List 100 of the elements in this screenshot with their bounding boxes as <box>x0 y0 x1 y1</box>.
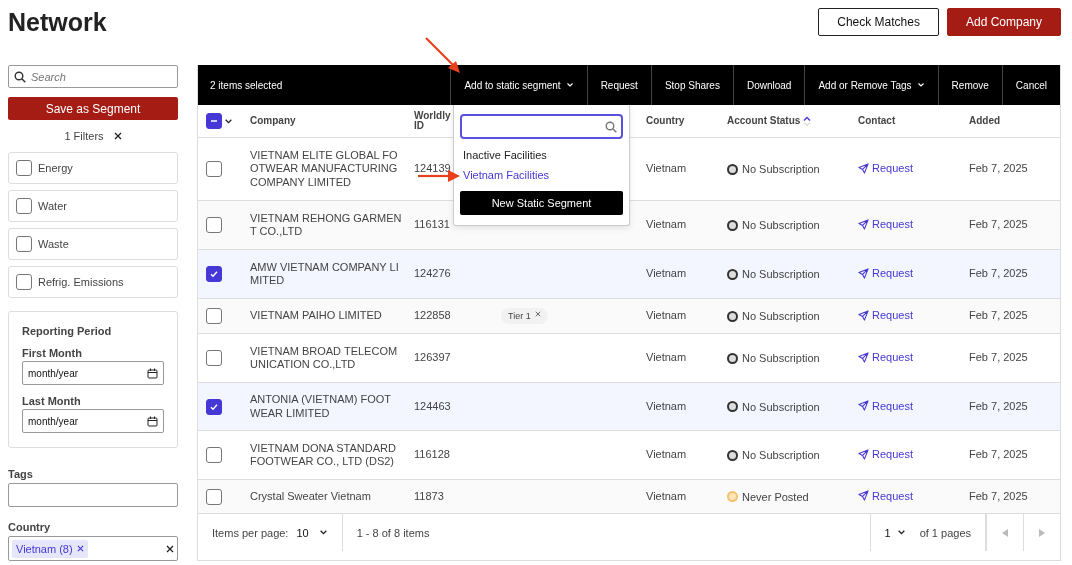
country-chip[interactable]: Vietnam (8) <box>12 539 88 558</box>
tags-field[interactable] <box>8 483 178 507</box>
select-all-checkbox[interactable] <box>206 113 222 129</box>
request-link[interactable]: Request <box>858 309 913 322</box>
table-cell: Vietnam <box>646 309 687 323</box>
table-cell: 11873 <box>414 489 444 504</box>
tag-chip[interactable]: Tier 1 <box>501 308 548 324</box>
calendar-icon[interactable] <box>147 367 158 379</box>
row-checkbox[interactable] <box>206 266 222 282</box>
table-cell: Feb 7, 2025 <box>969 351 1028 365</box>
search-icon <box>14 70 26 83</box>
close-icon[interactable] <box>166 544 174 553</box>
search-field[interactable]: Search <box>8 65 178 88</box>
page-count: of 1 pages <box>919 526 971 539</box>
calendar-icon[interactable] <box>147 415 158 427</box>
send-icon <box>858 309 869 321</box>
table-cell: 116128 <box>414 448 450 462</box>
send-icon <box>858 267 869 279</box>
table-cell: Feb 7, 2025 <box>969 162 1028 176</box>
column-header[interactable]: Contact <box>858 115 896 127</box>
country-field[interactable]: Vietnam (8) <box>8 536 178 561</box>
table-cell: Vietnam <box>646 267 687 281</box>
table-cell: Feb 7, 2025 <box>969 309 1028 323</box>
send-icon <box>858 218 869 230</box>
status-label: No Subscription <box>742 219 820 231</box>
row-checkbox[interactable] <box>206 350 222 366</box>
save-segment-button[interactable]: Save as Segment <box>8 97 178 120</box>
segment-search-field[interactable] <box>460 114 623 139</box>
company-name: VIETNAM DONA STANDARD FOOTWEAR CO., LTD (DS2) <box>250 441 397 469</box>
request-link[interactable]: Request <box>858 448 913 461</box>
company-name: VIETNAM BROAD TELECOM UNICATION CO.,LTD <box>250 344 399 372</box>
row-checkbox[interactable] <box>206 308 222 324</box>
filter-label: Energy <box>38 162 73 174</box>
company-name: VIETNAM REHONG GARMEN T CO.,LTD <box>250 211 403 239</box>
new-segment-button[interactable]: New Static Segment <box>460 191 623 215</box>
field-label: Country <box>8 521 52 533</box>
filter-label: Refrig. Emissions <box>38 276 124 288</box>
filter-option[interactable]: Refrig. Emissions <box>8 266 178 298</box>
per-page-label: Items per page: <box>212 526 289 539</box>
company-name: VIETNAM ELITE GLOBAL FO OTWEAR MANUFACTURING COMPANY LIMITED <box>250 149 399 189</box>
table-cell: Vietnam <box>646 399 687 414</box>
table-cell: 116131 <box>414 218 450 232</box>
table-cell: Feb 7, 2025 <box>969 267 1028 281</box>
item-range: 1 - 8 of 8 items <box>356 526 430 539</box>
request-link[interactable]: Request <box>858 351 913 364</box>
secondary-button[interactable]: Check Matches <box>818 8 939 36</box>
request-link[interactable]: Request <box>858 218 913 231</box>
caret-icon <box>565 81 574 89</box>
date-field[interactable]: month/year <box>22 409 164 433</box>
column-header[interactable]: Added <box>969 115 1001 127</box>
checkbox[interactable] <box>16 160 32 176</box>
filter-label: Water <box>38 200 67 212</box>
table-cell: Feb 7, 2025 <box>969 218 1028 232</box>
row-checkbox[interactable] <box>206 488 222 505</box>
request-link[interactable]: Request <box>858 267 913 280</box>
table-cell: 124139 <box>414 162 451 176</box>
column-header[interactable]: Account Status <box>727 115 801 127</box>
checkbox[interactable] <box>16 198 32 214</box>
checkbox[interactable] <box>16 236 32 252</box>
page-title: Network <box>8 7 108 37</box>
column-header[interactable]: Company <box>250 115 296 127</box>
section-title: Reporting Period <box>22 325 113 337</box>
checkbox[interactable] <box>16 274 32 290</box>
filter-option[interactable]: Energy <box>8 152 178 184</box>
status-label: No Subscription <box>742 449 820 461</box>
company-name: AMW VIETNAM COMPANY LI MITED <box>250 260 400 288</box>
close-icon[interactable] <box>113 132 122 140</box>
column-header[interactable]: Worldly ID <box>414 110 450 132</box>
table-cell: 122858 <box>414 309 451 323</box>
send-icon <box>858 400 869 412</box>
filter-option[interactable]: Water <box>8 190 178 222</box>
company-name: ANTONIA (VIETNAM) FOOT WEAR LIMITED <box>250 393 392 420</box>
check-icon <box>209 269 219 279</box>
filter-count: 1 Filters <box>64 130 104 142</box>
right-triangle-icon <box>1038 528 1046 537</box>
status-label: No Subscription <box>742 163 820 175</box>
request-link[interactable]: Request <box>858 399 913 412</box>
send-icon <box>858 162 869 174</box>
table-cell: Feb 7, 2025 <box>969 399 1028 414</box>
per-page-select[interactable]: 10 <box>296 526 328 539</box>
page-select[interactable]: 1 <box>884 526 906 539</box>
request-link[interactable]: Request <box>858 489 913 502</box>
date-field[interactable]: month/year <box>22 361 164 385</box>
filter-option[interactable]: Waste <box>8 228 178 260</box>
company-name: Crystal Sweater Vietnam <box>250 489 371 504</box>
row-checkbox[interactable] <box>206 161 222 177</box>
left-triangle-icon <box>1001 528 1009 537</box>
menu-item[interactable]: Vietnam Facilities <box>460 165 623 185</box>
menu-item[interactable]: Inactive Facilities <box>460 145 623 165</box>
sort-icon[interactable] <box>803 115 812 127</box>
row-checkbox[interactable] <box>206 447 222 463</box>
caret-icon <box>916 81 925 89</box>
table-cell: Vietnam <box>646 218 687 232</box>
send-icon <box>858 351 869 363</box>
column-header[interactable]: Country <box>646 115 685 127</box>
status-label: No Subscription <box>742 268 820 280</box>
request-link[interactable]: Request <box>858 162 913 175</box>
add-button[interactable]: Add Company <box>946 8 1061 36</box>
row-checkbox[interactable] <box>206 217 222 233</box>
row-checkbox[interactable] <box>206 398 222 415</box>
